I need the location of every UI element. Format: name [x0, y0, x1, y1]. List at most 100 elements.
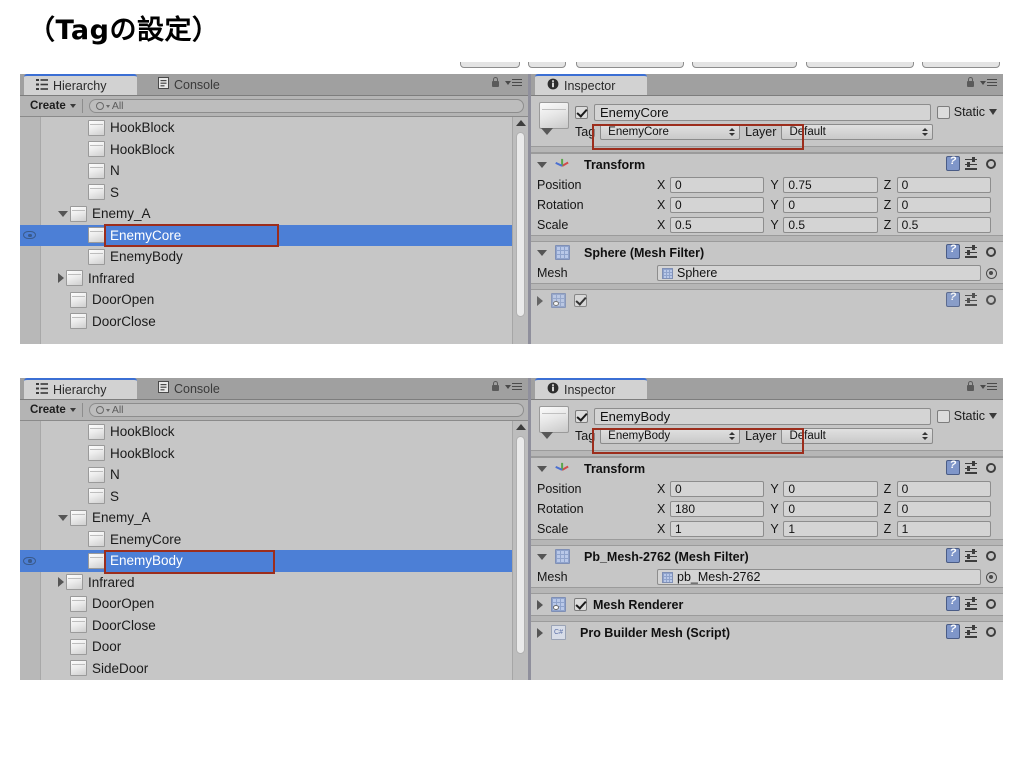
help-icon[interactable]	[946, 243, 960, 259]
help-icon[interactable]	[946, 155, 960, 171]
transform-rotation-z-input[interactable]: 0	[896, 197, 991, 213]
hierarchy-item-dooropen[interactable]: DoorOpen	[20, 289, 528, 311]
transform-position-x-input[interactable]: 0	[670, 481, 765, 497]
next-component-header-clipped[interactable]	[531, 290, 1003, 311]
transform-rotation-y-input[interactable]: 0	[783, 501, 878, 517]
gear-icon[interactable]	[984, 597, 998, 611]
tab-console[interactable]: Console	[146, 74, 246, 95]
hierarchy-item-enemybody[interactable]: EnemyBody	[20, 246, 528, 268]
object-picker-icon[interactable]	[986, 267, 997, 279]
preset-icon[interactable]	[965, 624, 979, 639]
gear-icon[interactable]	[984, 293, 998, 307]
visibility-eye-icon[interactable]	[23, 556, 36, 565]
transform-position-x-input[interactable]: 0	[670, 177, 765, 193]
toolbar-button[interactable]	[806, 62, 914, 68]
hierarchy-item-infrared[interactable]: Infrared	[20, 268, 528, 290]
preset-icon[interactable]	[965, 460, 979, 475]
chevron-right-icon[interactable]	[58, 577, 64, 588]
lock-icon[interactable]	[966, 77, 975, 88]
chevron-down-icon[interactable]	[537, 249, 547, 256]
gear-icon[interactable]	[984, 245, 998, 259]
preset-icon[interactable]	[965, 596, 979, 611]
gameobject-name-field[interactable]: EnemyBody	[594, 407, 931, 425]
hierarchy-item-enemybody[interactable]: EnemyBody	[20, 550, 528, 572]
transform-scale-y-input[interactable]: 0.5	[783, 217, 878, 233]
hierarchy-item-n[interactable]: N	[20, 160, 528, 182]
static-checkbox[interactable]	[936, 105, 950, 119]
hierarchy-item-s[interactable]: S	[20, 486, 528, 508]
lock-icon[interactable]	[966, 381, 975, 392]
meshfilter-header[interactable]: Sphere (Mesh Filter)	[531, 242, 1003, 263]
hierarchy-item-n[interactable]: N	[20, 464, 528, 486]
help-icon[interactable]	[946, 291, 960, 307]
hierarchy-scrollbar[interactable]	[512, 117, 528, 344]
chevron-down-icon[interactable]	[58, 514, 68, 521]
gear-icon[interactable]	[984, 549, 998, 563]
transform-header[interactable]: Transform	[531, 458, 1003, 479]
panel-menu-icon[interactable]	[505, 382, 522, 391]
hierarchy-item-enemy_a[interactable]: Enemy_A	[20, 203, 528, 225]
meshfilter-header[interactable]: Pb_Mesh-2762 (Mesh Filter)	[531, 546, 1003, 567]
lock-icon[interactable]	[491, 77, 500, 88]
help-icon[interactable]	[946, 595, 960, 611]
chevron-down-icon[interactable]	[58, 210, 68, 217]
hierarchy-item-enemycore[interactable]: EnemyCore	[20, 224, 528, 246]
hierarchy-item-enemycore[interactable]: EnemyCore	[20, 529, 528, 551]
object-picker-icon[interactable]	[986, 571, 997, 583]
transform-scale-y-input[interactable]: 1	[783, 521, 878, 537]
create-button[interactable]: Create	[24, 99, 83, 113]
gameobject-enabled-checkbox[interactable]	[575, 105, 588, 119]
scroll-up-arrow-icon[interactable]	[515, 424, 526, 430]
chevron-right-icon[interactable]	[58, 273, 64, 284]
probuilder-header[interactable]: C# Pro Builder Mesh (Script)	[531, 622, 1003, 643]
search-input[interactable]: All	[88, 99, 524, 113]
component-enabled-checkbox[interactable]	[574, 598, 587, 611]
layer-dropdown[interactable]: Default	[781, 124, 934, 140]
visibility-eye-icon[interactable]	[23, 231, 36, 240]
mesh-object-field[interactable]: Sphere	[657, 265, 981, 281]
help-icon[interactable]	[946, 547, 960, 563]
transform-rotation-z-input[interactable]: 0	[896, 501, 991, 517]
transform-position-z-input[interactable]: 0	[896, 481, 991, 497]
preset-icon[interactable]	[965, 244, 979, 259]
gear-icon[interactable]	[984, 461, 998, 475]
lock-icon[interactable]	[491, 381, 500, 392]
hierarchy-item-enemy_a[interactable]: Enemy_A	[20, 507, 528, 529]
gear-icon[interactable]	[984, 625, 998, 639]
help-icon[interactable]	[946, 623, 960, 639]
hierarchy-item-s[interactable]: S	[20, 182, 528, 204]
chevron-down-icon[interactable]	[989, 109, 997, 115]
preset-icon[interactable]	[965, 156, 979, 171]
create-button[interactable]: Create	[24, 403, 83, 417]
transform-rotation-x-input[interactable]: 0	[670, 197, 765, 213]
hierarchy-scrollbar[interactable]	[512, 421, 528, 680]
hierarchy-item-hookblock[interactable]: HookBlock	[20, 117, 528, 139]
hierarchy-item-doorclose[interactable]: DoorClose	[20, 311, 528, 333]
static-control[interactable]: Static	[936, 105, 997, 119]
hierarchy-item-sidedoor[interactable]: SideDoor	[20, 658, 528, 680]
toolbar-button[interactable]	[460, 62, 520, 68]
mesh-object-field[interactable]: pb_Mesh-2762	[657, 569, 981, 585]
hierarchy-item-infrared[interactable]: Infrared	[20, 572, 528, 594]
transform-position-z-input[interactable]: 0	[896, 177, 991, 193]
component-enabled-checkbox[interactable]	[574, 294, 587, 307]
scrollbar-thumb[interactable]	[516, 436, 525, 654]
chevron-down-icon[interactable]	[537, 465, 547, 472]
hierarchy-item-doorclose[interactable]: DoorClose	[20, 615, 528, 637]
transform-position-y-input[interactable]: 0	[783, 481, 878, 497]
hierarchy-item-hookblock[interactable]: HookBlock	[20, 443, 528, 465]
scrollbar-thumb[interactable]	[516, 132, 525, 317]
tab-inspector[interactable]: Inspector	[535, 378, 647, 399]
toolbar-button[interactable]	[922, 62, 1000, 68]
chevron-down-icon[interactable]	[989, 413, 997, 419]
transform-header[interactable]: Transform	[531, 154, 1003, 175]
toolbar-button[interactable]	[692, 62, 797, 68]
search-input[interactable]: All	[88, 403, 524, 417]
toolbar-button[interactable]	[528, 62, 566, 68]
tag-dropdown[interactable]: EnemyBody	[600, 428, 741, 444]
gameobject-enabled-checkbox[interactable]	[575, 409, 588, 423]
hierarchy-item-hookblock[interactable]: HookBlock	[20, 139, 528, 161]
chevron-right-icon[interactable]	[537, 627, 543, 638]
transform-rotation-y-input[interactable]: 0	[783, 197, 878, 213]
panel-menu-icon[interactable]	[980, 78, 997, 87]
